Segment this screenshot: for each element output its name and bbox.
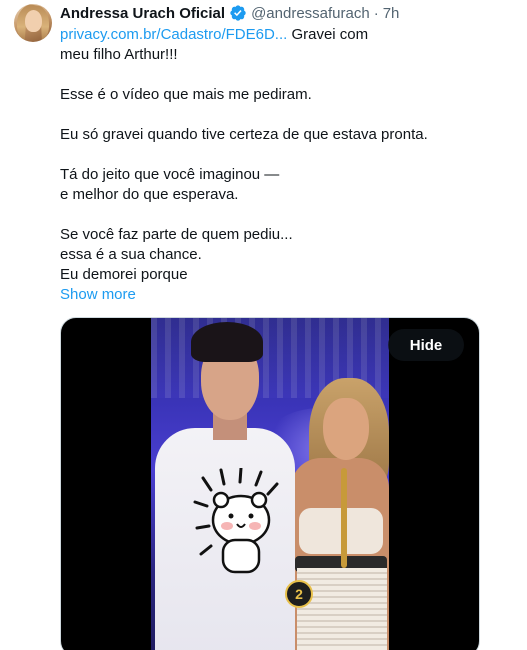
hide-media-button[interactable]: Hide <box>388 329 464 361</box>
tweet-link[interactable]: privacy.com.br/Cadastro/FDE6D... <box>60 26 287 43</box>
avatar-face <box>25 10 42 32</box>
tweet-paragraph-5-line-1: Se você faz parte de quem pediu... <box>60 226 293 243</box>
media-photo[interactable]: 2 <box>151 318 389 650</box>
verified-badge-icon[interactable] <box>229 4 247 22</box>
tweet-line-2: meu filho Arthur!!! <box>60 46 178 63</box>
author-avatar[interactable] <box>14 4 52 42</box>
tweet-media[interactable]: 2 Hide <box>60 317 480 650</box>
tweet-paragraph-5-line-2: essa é a sua chance. <box>60 246 202 263</box>
author-display-name[interactable]: Andressa Urach Oficial <box>60 5 225 22</box>
photo-necklace <box>341 468 347 568</box>
header-separator: · <box>373 4 379 22</box>
tweet-paragraph-3: Eu só gravei quando tive certeza de que … <box>60 126 428 143</box>
photo-man-hair <box>191 322 263 362</box>
tweet-text: privacy.com.br/Cadastro/FDE6D... Gravei … <box>60 25 500 305</box>
tweet-paragraph-4-line-2: e melhor do que esperava. <box>60 186 239 203</box>
photo-woman-skirt <box>297 568 387 650</box>
tweet-header: Andressa Urach Oficial @andressafurach ·… <box>60 2 399 24</box>
tweet-line-1: privacy.com.br/Cadastro/FDE6D... Gravei … <box>60 25 500 45</box>
tweet-paragraph-4-line-1: Tá do jeito que você imaginou — <box>60 166 280 183</box>
photo-woman-face <box>323 398 369 460</box>
tweet-timestamp[interactable]: 7h <box>383 5 400 22</box>
author-handle[interactable]: @andressafurach <box>251 5 370 22</box>
tweet-line-1-rest: Gravei com <box>287 26 369 43</box>
bear-sticker-icon <box>193 468 283 578</box>
show-more-link[interactable]: Show more <box>60 285 500 305</box>
number-badge: 2 <box>285 580 313 608</box>
tweet-paragraph-5-line-3: Eu demorei porque <box>60 266 188 283</box>
tweet-paragraph-2: Esse é o vídeo que mais me pediram. <box>60 86 312 103</box>
